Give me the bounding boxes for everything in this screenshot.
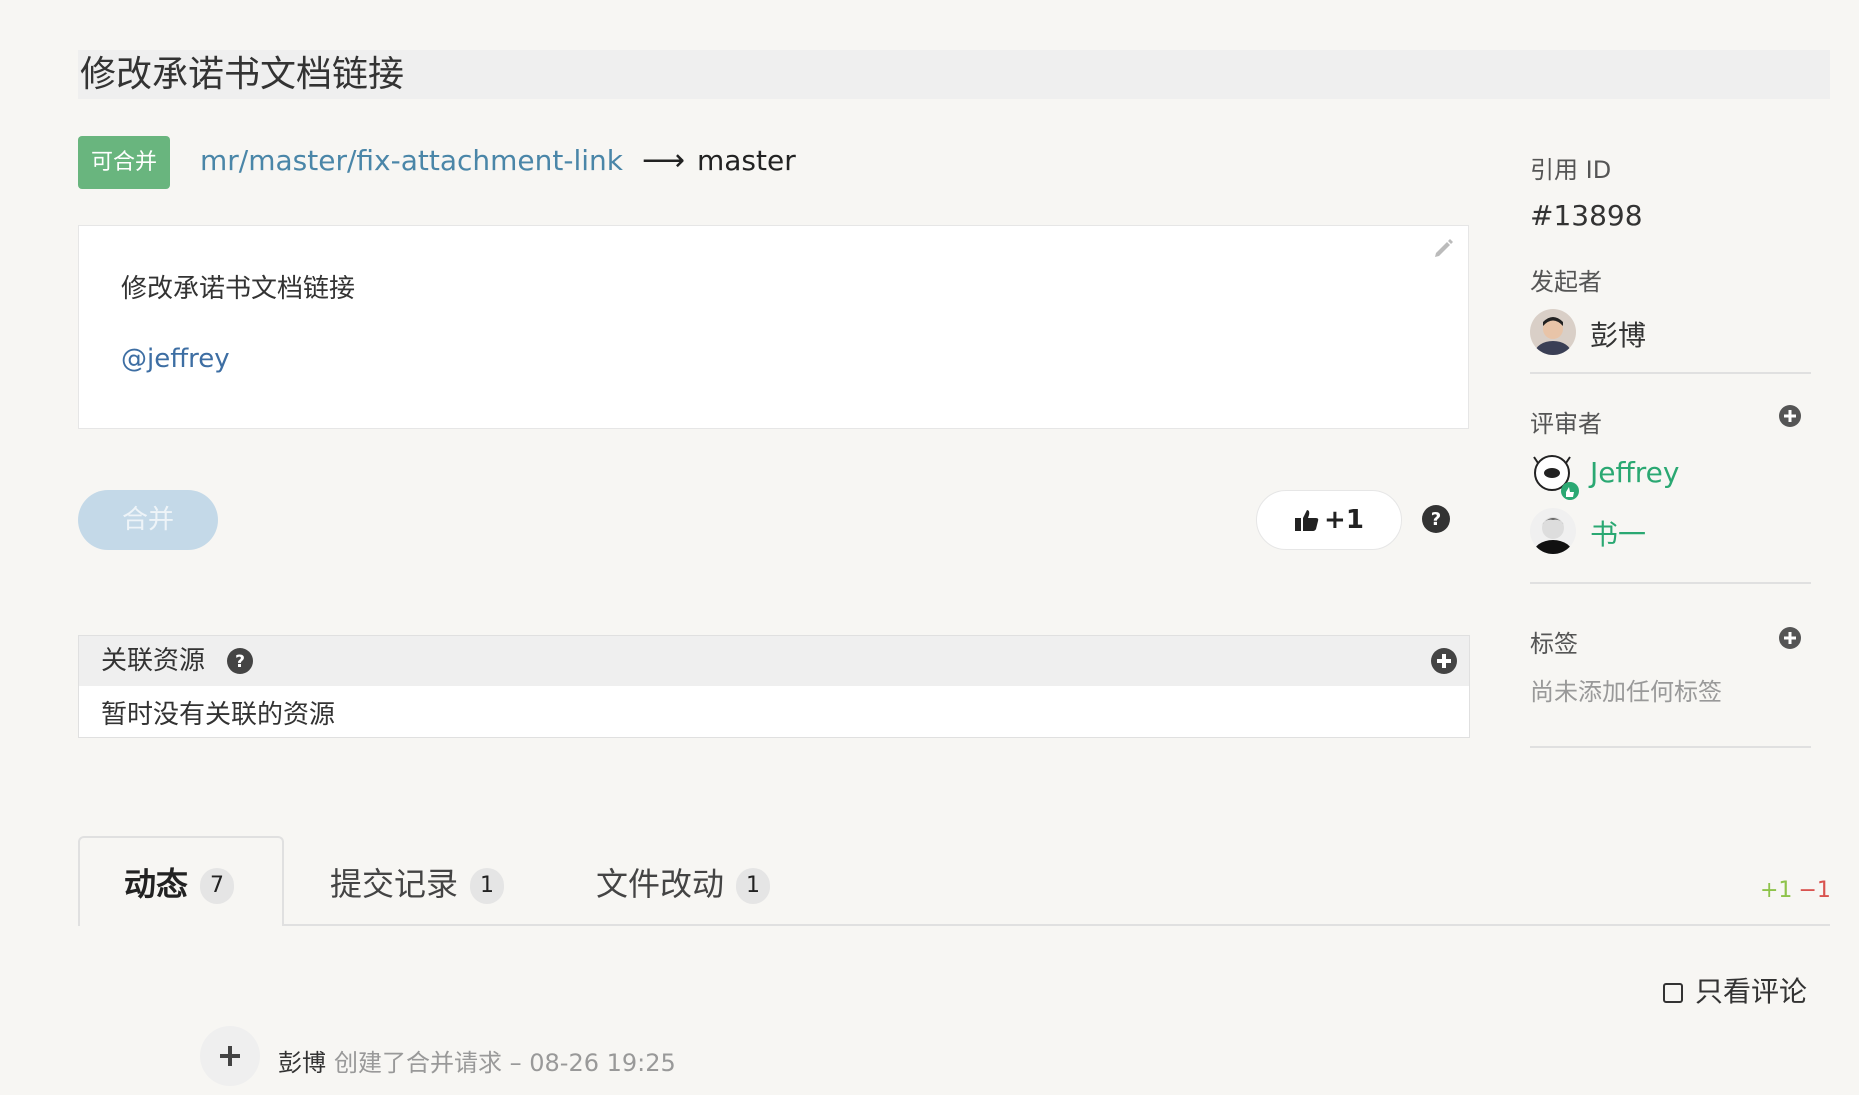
ref-id-value: #13898 <box>1530 199 1643 232</box>
tabs-underline <box>78 924 1830 926</box>
diff-removed: −1 <box>1798 878 1831 903</box>
diff-stats: +1 −1 <box>1760 878 1831 903</box>
help-icon[interactable]: ? <box>227 648 253 674</box>
like-count: +1 <box>1324 505 1364 535</box>
reviewers-label: 评审者 <box>1530 410 1602 438</box>
author-name[interactable]: 彭博 <box>1590 314 1646 354</box>
tab-count: 1 <box>736 868 771 904</box>
reviewer-name-shuyi[interactable]: 书一 <box>1590 513 1646 553</box>
reviewer-name-jeffrey[interactable]: Jeffrey <box>1590 456 1679 489</box>
add-reviewer-icon[interactable] <box>1779 405 1801 427</box>
tab-file-changes[interactable]: 文件改动 1 <box>596 864 771 904</box>
related-resources-empty: 暂时没有关联的资源 <box>101 700 336 730</box>
author-avatar[interactable] <box>1530 309 1576 355</box>
tab-label: 动态 <box>124 865 189 903</box>
sidebar-divider <box>1530 582 1811 584</box>
description-text: 修改承诺书文档链接 <box>121 274 356 304</box>
branch-arrow-icon: ⟶ <box>642 143 686 178</box>
source-branch-link[interactable]: mr/master/fix-attachment-link <box>200 143 623 179</box>
tab-commits[interactable]: 提交记录 1 <box>330 864 505 904</box>
only-comments-label: 只看评论 <box>1695 975 1808 1008</box>
timeline-event: 彭博 创建了合并请求 – 08-26 19:25 <box>278 1043 676 1078</box>
author-label: 发起者 <box>1530 268 1602 296</box>
svg-text:?: ? <box>1431 509 1441 530</box>
tab-count: 7 <box>200 868 235 904</box>
related-resources-panel: 关联资源 ? 暂时没有关联的资源 <box>78 635 1470 738</box>
page-title: 修改承诺书文档链接 <box>78 50 1830 99</box>
merge-button[interactable]: 合并 <box>78 490 218 550</box>
only-comments-checkbox[interactable] <box>1663 983 1683 1003</box>
reviewer-avatar[interactable] <box>1530 508 1576 554</box>
diff-added: +1 <box>1760 878 1793 903</box>
reviewer-avatar[interactable] <box>1530 451 1579 500</box>
sidebar-divider <box>1530 372 1811 374</box>
help-icon[interactable]: ? <box>1422 505 1450 533</box>
svg-text:?: ? <box>235 652 245 672</box>
timeline-user[interactable]: 彭博 <box>278 1049 326 1077</box>
mention-link[interactable]: @jeffrey <box>121 344 230 374</box>
timeline-event-icon <box>200 1026 260 1086</box>
only-comments-filter[interactable]: 只看评论 <box>1663 970 1807 1010</box>
pencil-icon[interactable] <box>1432 236 1456 260</box>
ref-id-label: 引用 ID <box>1530 156 1612 184</box>
thumbs-up-icon <box>1295 510 1319 531</box>
tab-label: 提交记录 <box>330 865 459 903</box>
tab-count: 1 <box>470 868 505 904</box>
status-badge: 可合并 <box>78 136 170 189</box>
tab-activity[interactable]: 动态 7 <box>124 864 235 904</box>
tags-label: 标签 <box>1530 630 1578 658</box>
add-resource-icon[interactable] <box>1431 648 1457 674</box>
tags-empty-text: 尚未添加任何标签 <box>1530 678 1722 706</box>
plus-icon <box>220 1046 240 1066</box>
target-branch: master <box>697 144 796 177</box>
like-button[interactable]: +1 <box>1256 490 1402 550</box>
add-tag-icon[interactable] <box>1779 627 1801 649</box>
tab-label: 文件改动 <box>596 865 725 903</box>
description-panel: 修改承诺书文档链接 @jeffrey <box>78 225 1469 429</box>
timeline-action: 创建了合并请求 – 08-26 19:25 <box>334 1049 676 1077</box>
related-resources-title: 关联资源 <box>101 646 206 676</box>
sidebar-divider <box>1530 746 1811 748</box>
